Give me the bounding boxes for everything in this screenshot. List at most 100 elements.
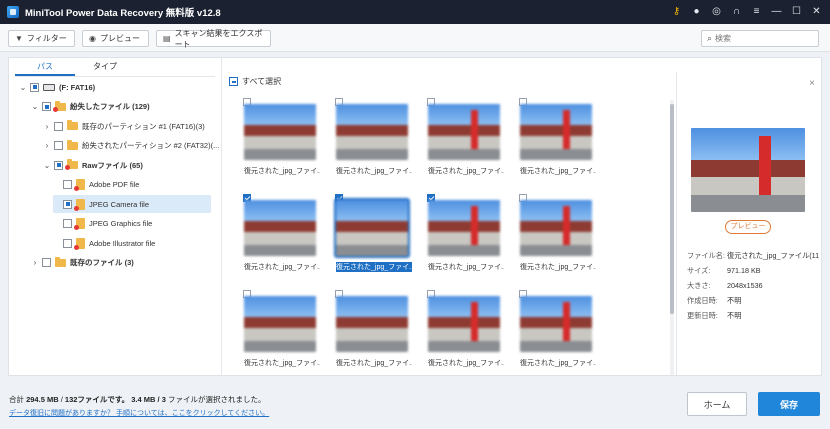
thumbnail-name: 復元された_jpg_ファイ... [244,168,320,175]
thumbnail-name: 復元された_jpg_ファイ... [428,360,504,367]
chevron-down-icon[interactable]: ⌄ [19,83,27,92]
thumbnail-tile[interactable]: 復元された_jpg_ファイ... [329,286,415,375]
folder-icon [67,139,78,150]
tree-checkbox[interactable] [63,219,72,228]
tree-node[interactable]: Adobe PDF file [63,176,139,194]
tree-node-label: 紛失されたパーティション #2 (FAT32)(... [82,141,220,150]
window-controls: ⚷ ● ◎ ∩ ≡ — ☐ ✕ [671,0,822,24]
save-button[interactable]: 保存 [758,392,820,416]
thumbnail-image [428,104,500,160]
scrollbar-thumb[interactable] [670,104,674,314]
tree-node-label: Adobe PDF file [89,180,140,189]
export-button[interactable]: ▤ スキャン結果をエクスポート [156,28,271,49]
tree-checkbox[interactable] [54,160,63,170]
title-bar: MiniTool Power Data Recovery 無料版 v12.8 ⚷… [0,0,830,24]
headset-icon[interactable]: ∩ [731,7,742,18]
bell-icon[interactable]: ● [691,7,702,18]
tree-checkbox[interactable] [42,258,51,267]
tree-node[interactable]: › 既存のファイル (3) [31,254,134,272]
thumbnail-tile[interactable]: 復元された_jpg_ファイ... [237,286,323,375]
prop-row: 作成日時: 不明 [687,295,742,305]
tree-checkbox[interactable] [63,199,72,209]
thumbnail-tile[interactable]: 復元された_jpg_ファイ... [237,94,323,186]
tree-node-label: 既存のパーティション #1 (FAT16)(3) [82,121,205,131]
export-label: スキャン結果をエクスポート [174,28,263,49]
search-input[interactable] [715,34,806,43]
lost-folder-icon [65,159,78,170]
tree-panel: パス タイプ ⌄ (F: FAT16) ⌄ 紛失したファイル (129) › 既存のパーテ… [9,58,221,375]
tab-path[interactable]: パス [15,60,75,76]
tree-checkbox[interactable] [42,102,51,111]
menu-icon[interactable]: ≡ [751,7,762,18]
disc-icon[interactable]: ◎ [711,7,722,18]
tree-node[interactable]: ⌄ 紛失したファイル (129) [31,98,150,116]
tree-node[interactable]: JPEG Graphics file [63,215,152,233]
tree-node[interactable]: ⌄ (F: FAT16) [19,78,95,96]
drive-icon [43,83,55,91]
prop-row: 大きさ: 2048x1536 [687,280,763,291]
thumbnail-tile[interactable]: 復元された_jpg_ファイ... [421,190,507,282]
chevron-right-icon[interactable]: › [43,141,51,150]
thumbnail-name: 復元された_jpg_ファイ... [336,168,412,175]
thumbnail-tile[interactable]: 復元された_jpg_ファイ... [237,190,323,282]
tree-tabs: パス タイプ [15,60,215,76]
select-all-checkbox[interactable] [229,77,238,86]
help-link[interactable]: データ復旧に問題がありますか？ 手順については、ここをクリックしてください。 [9,408,269,418]
tree-node[interactable]: › 既存のパーティション #1 (FAT16)(3) [43,117,205,135]
selection-summary: 合計 294.5 MB / 132ファイルです。 3.4 MB / 3 ファイル… [9,395,266,404]
thumbnail-tile[interactable]: 復元された_jpg_ファイ... [329,94,415,186]
tree-checkbox[interactable] [63,238,72,248]
eye-icon: ◉ [89,34,96,43]
close-icon[interactable]: ✕ [811,7,822,18]
thumbnail-name: 復元された_jpg_ファイ... [520,360,596,367]
tree-node[interactable]: › 紛失されたパーティション #2 (FAT32)(... [43,137,219,155]
tab-type[interactable]: タイプ [75,60,135,76]
footer: 合計 294.5 MB / 132ファイルです。 3.4 MB / 3 ファイル… [0,380,830,429]
thumbnail-tile[interactable]: 復元された_jpg_ファイ... [513,190,599,282]
home-button[interactable]: ホーム [687,392,747,416]
thumbnail-image [520,296,592,352]
maximize-icon[interactable]: ☐ [791,7,802,18]
tree-node[interactable]: JPEG Camera file [53,195,211,213]
search-box[interactable]: ⌕ [701,30,819,47]
thumbnail-image [520,104,592,160]
tab-underline [15,76,215,77]
tree-node-label: (F: FAT16) [59,82,96,92]
chevron-right-icon[interactable]: › [31,258,39,267]
key-icon[interactable]: ⚷ [671,7,682,18]
tree-node-label: JPEG Graphics file [89,219,153,228]
thumbnail-tile[interactable]: 復元された_jpg_ファイ... [329,190,415,282]
toolbar: ▼ フィルター ◉ プレビュー ▤ スキャン結果をエクスポート ⌕ [0,24,830,52]
chevron-down-icon[interactable]: ⌄ [31,102,39,111]
thumbnail-name: 復元された_jpg_ファイ... [520,264,596,271]
tree-checkbox[interactable] [30,82,39,92]
export-icon: ▤ [163,34,171,43]
filter-button[interactable]: ▼ フィルター [8,30,75,47]
minimize-icon[interactable]: — [771,7,782,18]
preview-action-button[interactable]: プレビュー [725,220,771,234]
thumbnail-tile[interactable]: 復元された_jpg_ファイ... [421,94,507,186]
tree-checkbox[interactable] [54,121,63,131]
close-preview-icon[interactable]: × [809,78,815,89]
preview-button[interactable]: ◉ プレビュー [82,30,149,47]
thumbnail-tile[interactable]: 復元された_jpg_ファイ... [513,94,599,186]
prop-row: 更新日時: 不明 [687,310,742,320]
chevron-down-icon[interactable]: ⌄ [43,161,51,170]
thumbnail-image [334,198,410,258]
chevron-right-icon[interactable]: › [43,122,51,131]
tree-checkbox[interactable] [54,141,63,150]
search-icon: ⌕ [707,33,713,43]
app-title: MiniTool Power Data Recovery 無料版 v12.8 [25,8,221,19]
prop-row: サイズ: 971.18 KB [687,265,761,276]
thumbnail-tile[interactable]: 復元された_jpg_ファイ... [513,286,599,375]
tree-checkbox[interactable] [63,180,72,189]
tree-node[interactable]: ⌄ Rawファイル (65) [43,156,143,174]
preview-panel: × プレビュー ファイル名: 復元された_jpg_ファイル(11). サイズ: 97… [677,58,823,375]
select-all[interactable]: すべて選択 [229,76,281,87]
thumbnail-image [244,104,316,160]
grid-scrollbar[interactable] [670,100,674,375]
tree-node[interactable]: Adobe Illustrator file [63,234,155,252]
thumbnail-tile[interactable]: 復元された_jpg_ファイ... [421,286,507,375]
tree-node-label: Adobe Illustrator file [89,238,156,248]
file-grid-panel: すべて選択 復元された_jpg_ファイ... 復元された_jpg_ファイ... 復元… [227,58,675,375]
